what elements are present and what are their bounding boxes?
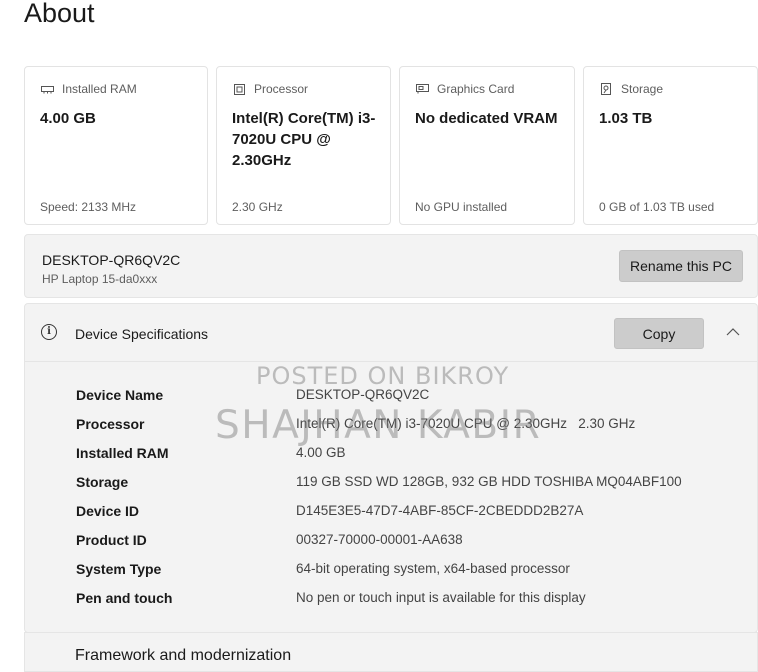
card-value: 4.00 GB (40, 110, 96, 127)
card-installed-ram: Installed RAM 4.00 GB Speed: 2133 MHz (24, 66, 208, 225)
spec-value: Intel(R) Core(TM) i3-7020U CPU @ 2.30GHz… (296, 416, 636, 431)
card-subtext: Speed: 2133 MHz (40, 200, 137, 214)
card-graphics-card: Graphics Card No dedicated VRAM No GPU i… (399, 66, 575, 225)
spec-key: Product ID (76, 532, 147, 548)
spec-value: 64-bit operating system, x64-based proce… (296, 561, 570, 576)
device-specifications-panel: i Device Specifications Copy Device Name… (24, 303, 758, 633)
ram-icon (40, 83, 54, 95)
spec-row: Storage 119 GB SSD WD 128GB, 932 GB HDD … (76, 474, 736, 496)
processor-icon (232, 83, 246, 95)
device-specifications-header[interactable]: i Device Specifications Copy (25, 304, 757, 362)
spec-key: Processor (76, 416, 145, 432)
storage-icon (599, 83, 613, 95)
spec-row: Product ID 00327-70000-00001-AA638 (76, 532, 736, 554)
spec-value: No pen or touch input is available for t… (296, 590, 586, 605)
lower-section-title: Framework and modernization (75, 647, 292, 664)
spec-row: Device ID D145E3E5-47D7-4ABF-85CF-2CBEDD… (76, 503, 736, 525)
spec-value: D145E3E5-47D7-4ABF-85CF-2CBEDDD2B27A (296, 503, 584, 518)
card-subtext: 2.30 GHz (232, 200, 283, 214)
spec-row: Pen and touch No pen or touch input is a… (76, 590, 736, 612)
lower-section[interactable]: Framework and modernization (24, 632, 758, 672)
spec-key: System Type (76, 561, 162, 577)
chevron-up-icon[interactable] (726, 324, 740, 336)
spec-row: Installed RAM 4.00 GB (76, 445, 736, 467)
spec-row: Device Name DESKTOP-QR6QV2C (76, 387, 736, 409)
pc-model: HP Laptop 15-da0xxx (42, 272, 158, 286)
spec-key: Device ID (76, 503, 140, 519)
pc-name: DESKTOP-QR6QV2C (42, 252, 181, 268)
rename-pc-button[interactable]: Rename this PC (619, 250, 743, 282)
spec-key: Installed RAM (76, 445, 169, 461)
spec-value: 00327-70000-00001-AA638 (296, 532, 463, 547)
spec-key: Pen and touch (76, 590, 173, 606)
card-label: Graphics Card (437, 82, 515, 96)
spec-row: System Type 64-bit operating system, x64… (76, 561, 736, 583)
spec-key: Storage (76, 474, 129, 490)
card-storage: Storage 1.03 TB 0 GB of 1.03 TB used (583, 66, 758, 225)
card-value: No dedicated VRAM (415, 110, 558, 127)
card-value: Intel(R) Core(TM) i3-7020U CPU @ 2.30GHz (232, 110, 376, 169)
spec-row: Processor Intel(R) Core(TM) i3-7020U CPU… (76, 416, 736, 438)
card-label: Processor (254, 82, 309, 96)
spec-value: 4.00 GB (296, 445, 346, 460)
card-label: Installed RAM (62, 82, 137, 96)
spec-value: 119 GB SSD WD 128GB, 932 GB HDD TOSHIBA … (296, 474, 682, 489)
pc-name-bar: DESKTOP-QR6QV2C HP Laptop 15-da0xxx Rena… (24, 234, 758, 298)
graphics-card-icon (415, 83, 429, 95)
card-label: Storage (621, 82, 664, 96)
card-value: 1.03 TB (599, 110, 653, 127)
card-subtext: No GPU installed (415, 200, 508, 214)
card-processor: Processor Intel(R) Core(TM) i3-7020U CPU… (216, 66, 391, 225)
copy-button[interactable]: Copy (614, 318, 704, 349)
info-icon: i (41, 324, 57, 340)
spec-value: DESKTOP-QR6QV2C (296, 387, 430, 402)
card-subtext: 0 GB of 1.03 TB used (599, 200, 715, 214)
summary-cards: Installed RAM 4.00 GB Speed: 2133 MHz Pr… (24, 66, 758, 227)
spec-key: Device Name (76, 387, 164, 403)
specs-title: Device Specifications (75, 326, 209, 342)
page-title: About (24, 0, 95, 28)
